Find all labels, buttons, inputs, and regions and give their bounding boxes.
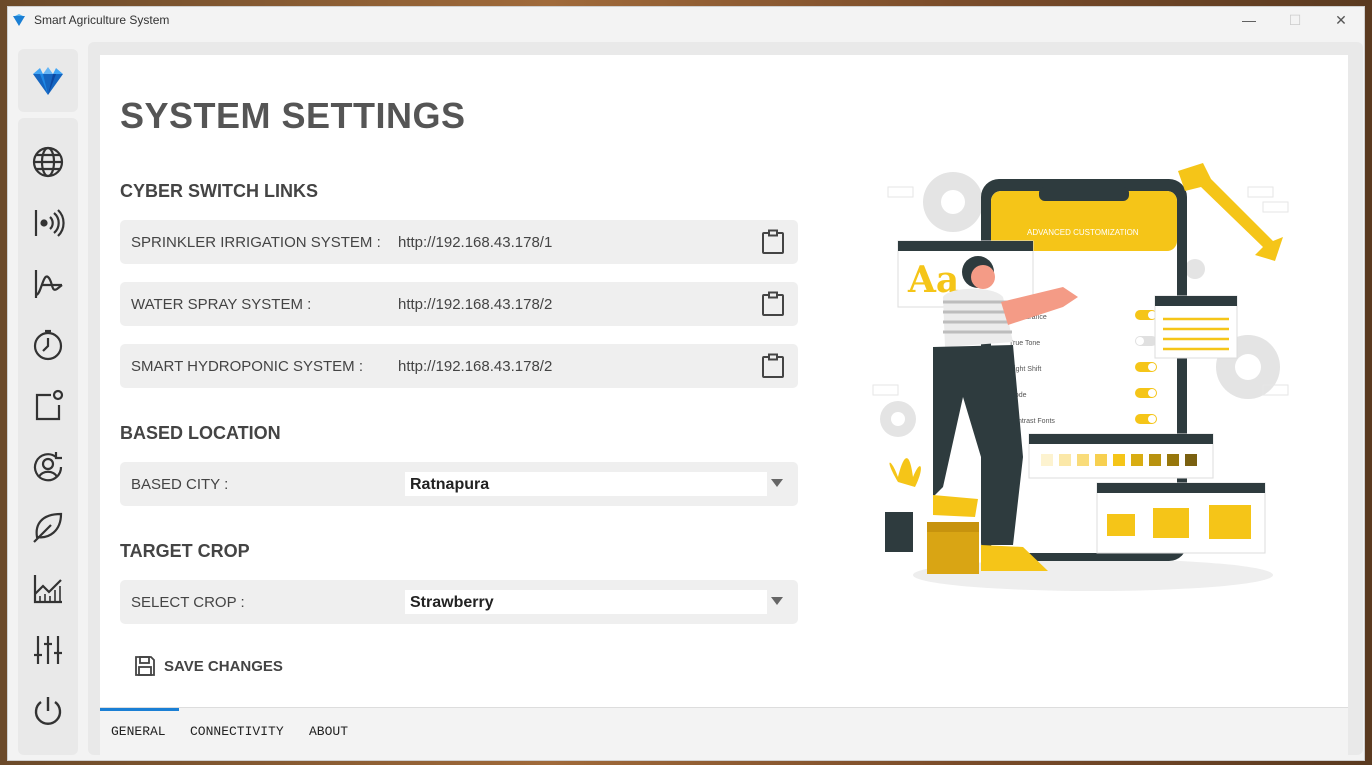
sidebar-item-user[interactable] [30, 449, 66, 485]
sidebar-item-chart[interactable] [30, 266, 66, 302]
sidebar-item-clock[interactable] [30, 327, 66, 363]
sidebar-item-leaf[interactable] [30, 510, 66, 546]
power-icon [34, 697, 62, 725]
title-bar: Smart Agriculture System — ☐ ✕ [8, 7, 1364, 33]
tab-about[interactable]: ABOUT [309, 724, 348, 739]
link-label: WATER SPRAY SYSTEM : [131, 296, 312, 313]
sidebar-item-power[interactable] [30, 693, 66, 729]
sidebar-item-settings[interactable] [30, 632, 66, 668]
section-target-crop: TARGET CROP [120, 541, 250, 561]
chevron-down-icon[interactable] [771, 597, 783, 605]
app-window: Smart Agriculture System — ☐ ✕ SYSTEM SE… [7, 6, 1365, 761]
page-title: SYSTEM SETTINGS [120, 95, 466, 136]
link-label: SPRINKLER IRRIGATION SYSTEM : [131, 234, 381, 251]
setting-true-tone: True Tone [1009, 340, 1040, 347]
close-button[interactable]: ✕ [1318, 7, 1364, 33]
city-select[interactable]: Ratnapura [405, 472, 767, 496]
city-row: BASED CITY : Ratnapura [120, 462, 798, 506]
save-changes-button[interactable]: SAVE CHANGES [134, 653, 283, 679]
active-tab-indicator [100, 708, 179, 711]
link-row-water-spray: WATER SPRAY SYSTEM : http://192.168.43.1… [120, 282, 798, 326]
clipboard-icon[interactable] [760, 291, 786, 317]
phone-header-text: ADVANCED CUSTOMIZATION [1027, 228, 1139, 237]
sliders-icon [34, 636, 62, 664]
sidebar-item-stats[interactable] [30, 571, 66, 607]
crop-select[interactable]: Strawberry [405, 590, 767, 614]
section-based-location: BASED LOCATION [120, 423, 281, 443]
link-row-hydroponic: SMART HYDROPONIC SYSTEM : http://192.168… [120, 344, 798, 388]
sidebar-item-broadcast[interactable] [30, 205, 66, 241]
sidebar-item-notifications[interactable] [30, 388, 66, 424]
city-label: BASED CITY : [131, 476, 229, 493]
stats-icon [33, 575, 62, 604]
app-logo-icon [13, 14, 25, 26]
crop-label: SELECT CROP : [131, 594, 245, 611]
notification-box-icon [35, 389, 64, 421]
save-changes-label: SAVE CHANGES [164, 657, 283, 675]
broadcast-icon [34, 209, 65, 237]
customization-illustration: ADVANCED CUSTOMIZATION Appearance True T… [872, 163, 1289, 591]
globe-icon [32, 146, 64, 178]
crop-row: SELECT CROP : Strawberry [120, 580, 798, 624]
bottom-tab-bar: GENERAL CONNECTIVITY ABOUT [100, 707, 1348, 755]
link-label: SMART HYDROPONIC SYSTEM : [131, 358, 363, 375]
link-url[interactable]: http://192.168.43.178/2 [398, 296, 552, 313]
maximize-button[interactable]: ☐ [1272, 7, 1318, 33]
link-row-sprinkler: SPRINKLER IRRIGATION SYSTEM : http://192… [120, 220, 798, 264]
user-sync-icon [33, 452, 63, 482]
clock-icon [33, 329, 63, 361]
link-url[interactable]: http://192.168.43.178/2 [398, 358, 552, 375]
clipboard-icon[interactable] [760, 353, 786, 379]
sidebar-nav [18, 118, 78, 755]
minimize-button[interactable]: — [1226, 7, 1272, 33]
chart-curve-icon [34, 270, 63, 298]
window-title: Smart Agriculture System [34, 13, 170, 27]
section-cyber-switch-links: CYBER SWITCH LINKS [120, 181, 318, 201]
link-url[interactable]: http://192.168.43.178/1 [398, 234, 552, 251]
sidebar-item-globe[interactable] [30, 144, 66, 180]
save-icon [135, 656, 155, 676]
logo-icon [33, 66, 63, 95]
sidebar-logo[interactable] [18, 49, 78, 112]
tab-general[interactable]: GENERAL [111, 724, 166, 739]
tab-connectivity[interactable]: CONNECTIVITY [190, 724, 284, 739]
clipboard-icon[interactable] [760, 229, 786, 255]
chevron-down-icon[interactable] [771, 479, 783, 487]
leaf-icon [33, 512, 63, 543]
